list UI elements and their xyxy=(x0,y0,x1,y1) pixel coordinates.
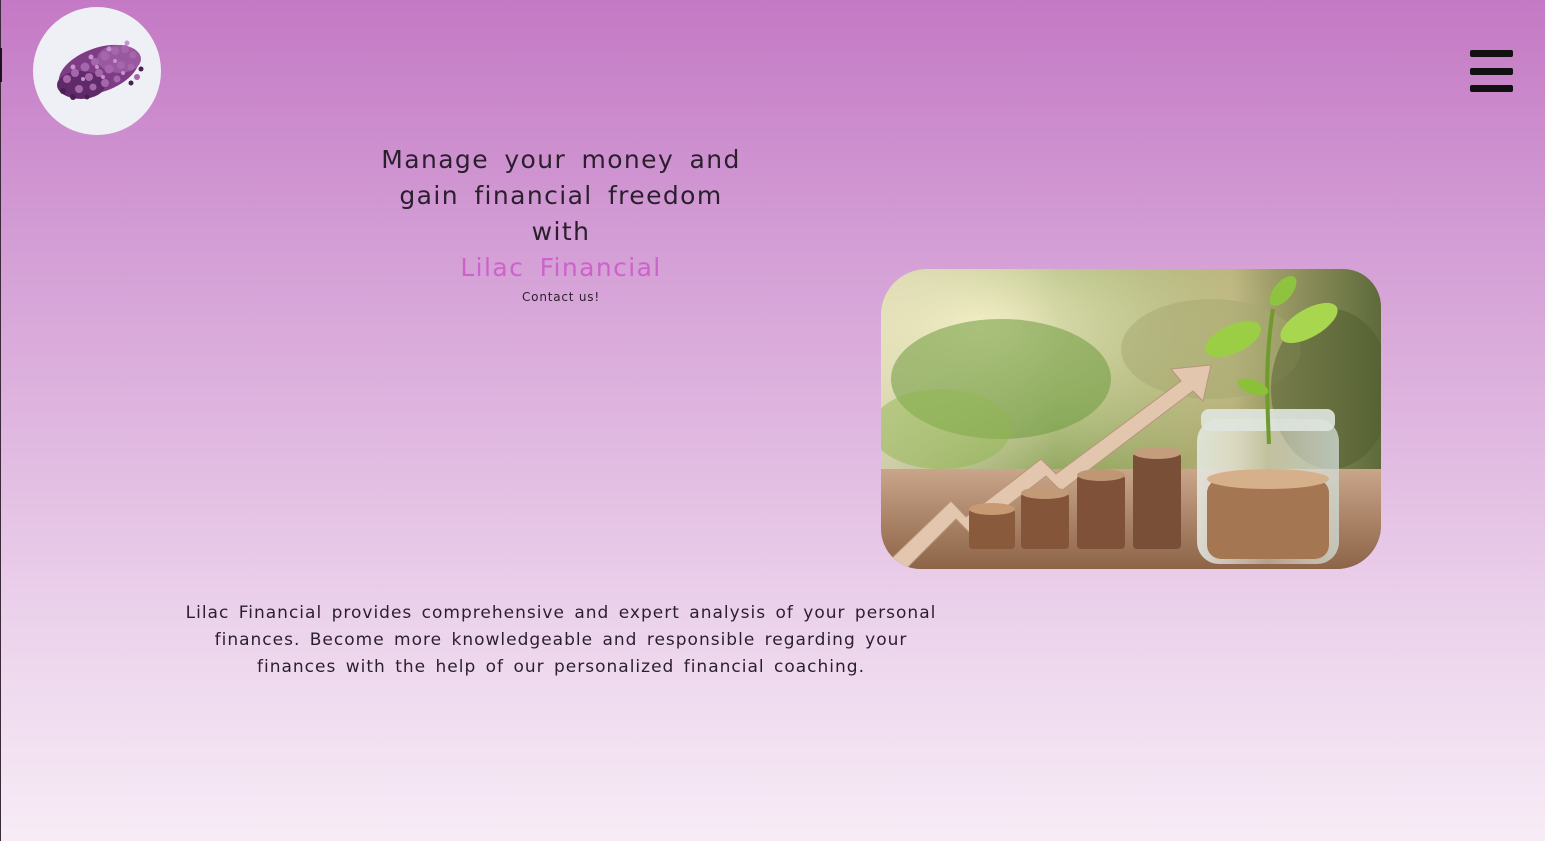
headline-line-2: gain financial freedom with xyxy=(399,181,723,246)
hero-section: Manage your money and gain financial fre… xyxy=(370,142,752,305)
contact-us-link[interactable]: Contact us! xyxy=(522,290,600,304)
coin-stack-3 xyxy=(1077,469,1125,549)
menu-bar xyxy=(1469,50,1513,57)
growth-chart-coins-plant-image xyxy=(881,269,1381,569)
about-description: Lilac Financial provides comprehensive a… xyxy=(185,603,937,677)
menu-bar xyxy=(1469,67,1513,75)
headline-line-1: Manage your money and xyxy=(381,145,741,174)
hero-headline: Manage your money and gain financial fre… xyxy=(370,142,752,286)
brand-name: Lilac Financial xyxy=(460,253,662,282)
coin-stack-1 xyxy=(969,503,1015,549)
menu-bar xyxy=(1469,85,1513,92)
coin-stack-2 xyxy=(1021,487,1069,549)
window-left-border xyxy=(0,0,1,841)
site-logo[interactable] xyxy=(33,7,161,135)
lilac-flower-icon xyxy=(57,40,144,100)
window-left-marker xyxy=(0,48,2,82)
savings-growth-image xyxy=(881,269,1381,569)
hamburger-menu-button[interactable] xyxy=(1466,50,1516,92)
coin-stack-4 xyxy=(1133,447,1181,549)
